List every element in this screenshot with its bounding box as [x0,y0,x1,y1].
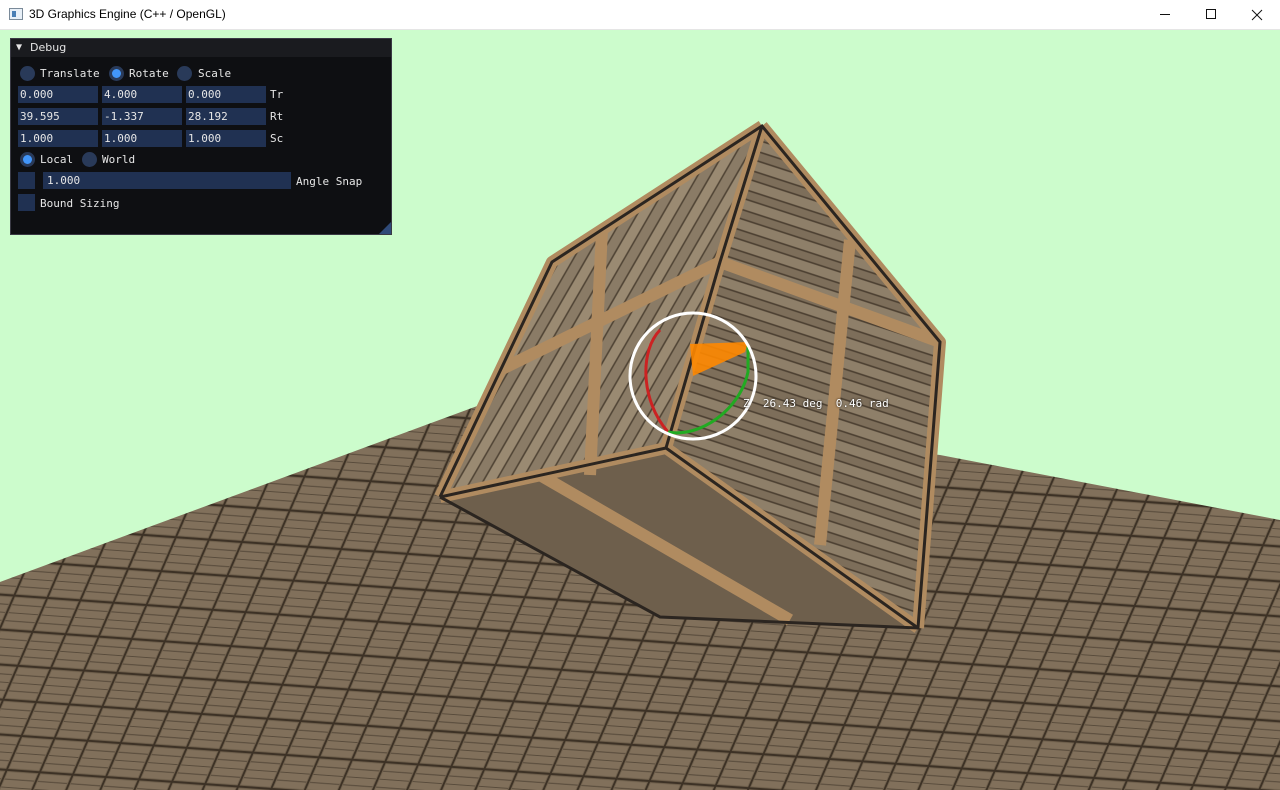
angle-snap-field[interactable]: 1.000 [43,172,291,189]
gizmo-angle-readout: Z 26.43 deg 0.46 rad [743,397,889,410]
scale-row-label: Sc [270,132,284,145]
minimize-button[interactable] [1142,0,1188,30]
radio-scale-label: Scale [198,67,232,80]
debug-panel-title: Debug [30,41,67,54]
angle-snap-checkbox[interactable] [18,172,35,189]
radio-translate-label: Translate [40,67,100,80]
app-icon [9,8,23,20]
window-title: 3D Graphics Engine (C++ / OpenGL) [29,7,226,21]
collapse-arrow-icon[interactable]: ▼ [16,42,22,53]
radio-scale[interactable] [177,66,192,81]
scale-x-field[interactable]: 1.000 [18,130,98,147]
close-button[interactable] [1234,0,1280,30]
radio-local-label: Local [40,153,74,166]
maximize-icon [1206,9,1216,19]
translate-row-label: Tr [270,88,284,101]
scale-y-field[interactable]: 1.000 [102,130,182,147]
rotate-row-label: Rt [270,110,284,123]
window-titlebar[interactable]: 3D Graphics Engine (C++ / OpenGL) [0,0,1280,30]
debug-panel[interactable]: ▼ Debug Translate Rotate Scale 0.000 4.0… [10,38,392,235]
rotate-x-field[interactable]: 39.595 [18,108,98,125]
radio-local[interactable] [20,152,35,167]
rotate-z-field[interactable]: 28.192 [186,108,266,125]
translate-y-field[interactable]: 4.000 [102,86,182,103]
translate-x-field[interactable]: 0.000 [18,86,98,103]
radio-translate[interactable] [20,66,35,81]
scale-z-field[interactable]: 1.000 [186,130,266,147]
rotate-y-field[interactable]: -1.337 [102,108,182,125]
translate-z-field[interactable]: 0.000 [186,86,266,103]
bound-sizing-checkbox[interactable] [18,194,35,211]
bound-sizing-label: Bound Sizing [40,197,120,210]
radio-world[interactable] [82,152,97,167]
maximize-button[interactable] [1188,0,1234,30]
resize-grip[interactable] [379,222,391,234]
minimize-icon [1160,14,1170,15]
radio-world-label: World [102,153,136,166]
debug-panel-header[interactable]: ▼ Debug [11,39,391,57]
close-icon [1251,9,1263,21]
radio-rotate-label: Rotate [129,67,169,80]
angle-snap-label: Angle Snap [296,175,363,188]
radio-rotate[interactable] [109,66,124,81]
